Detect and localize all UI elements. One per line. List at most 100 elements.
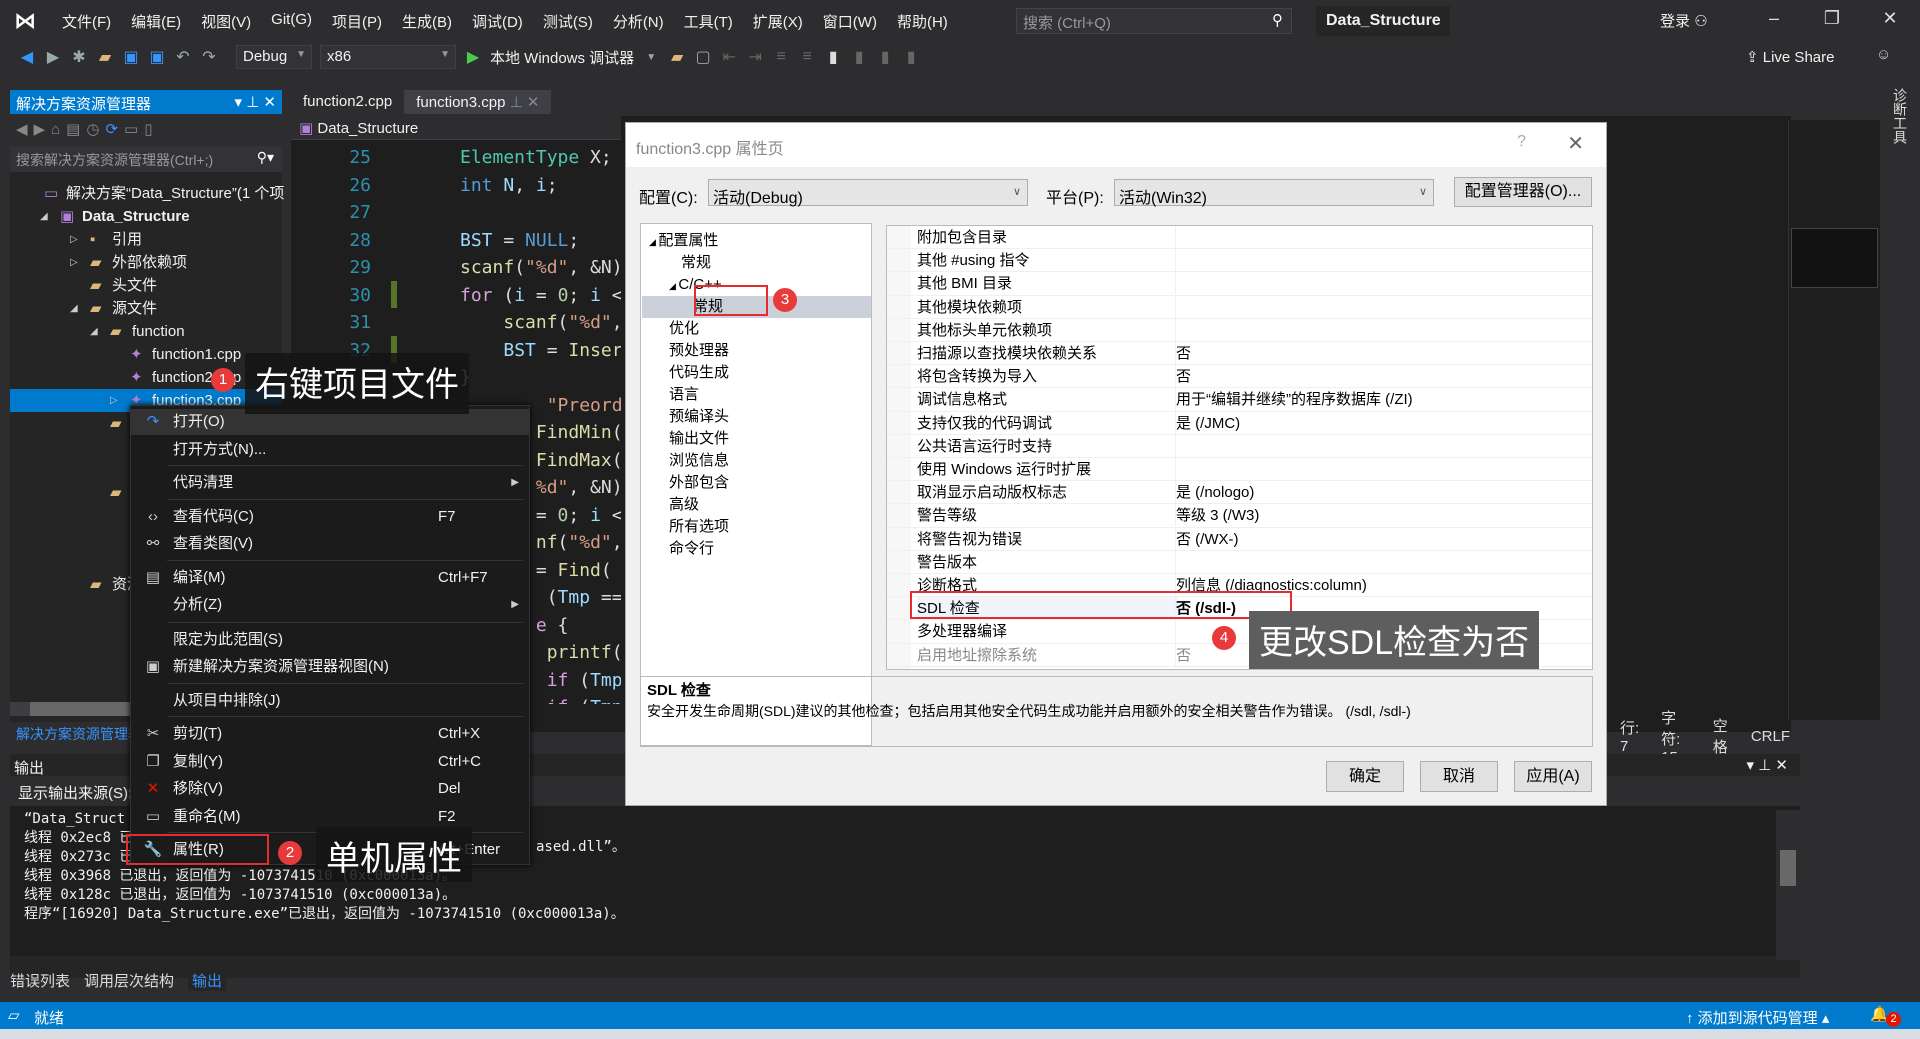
cancel-button[interactable]: 取消 — [1420, 761, 1498, 792]
expanded-arrow-icon[interactable]: ◢ — [90, 320, 98, 343]
platform-select[interactable]: 活动(Win32) ∨ — [1114, 179, 1434, 207]
tab-function2-cpp[interactable]: function2.cpp — [291, 90, 404, 114]
live-share-button[interactable]: ⇪ Live Share — [1746, 48, 1834, 66]
switch-view-icon[interactable]: ▤ — [66, 121, 86, 138]
indent-icon[interactable]: ⇤ — [720, 47, 738, 67]
menu-item[interactable]: 分析(N) — [603, 11, 674, 32]
property-tree-item[interactable]: 优化 — [669, 318, 699, 340]
property-tree-item[interactable]: 所有选项 — [669, 516, 729, 538]
close-icon[interactable]: ✕ — [1775, 757, 1788, 774]
property-row[interactable]: 将警告视为错误 否 (/WX-) — [887, 527, 1592, 551]
tree-item[interactable]: ◢ ▰ 源文件 — [10, 297, 282, 320]
property-row[interactable]: 附加包含目录 — [887, 226, 1592, 250]
solution-explorer-header[interactable]: 解决方案资源管理器 ▾ ⊥ ✕ — [10, 90, 282, 114]
tree-item[interactable]: ◢ ▰ function — [10, 320, 282, 343]
solution-search-input[interactable]: 搜索解决方案资源管理器(Ctrl+;) ⚲▾ — [10, 146, 282, 172]
back-icon[interactable]: ◀ — [16, 121, 34, 138]
expanded-arrow-icon[interactable]: ◢ — [40, 205, 48, 228]
property-tree-item[interactable]: 代码生成 — [669, 362, 729, 384]
close-button[interactable]: ✕ — [1870, 8, 1910, 29]
tree-item[interactable]: ✦ function2.cpp — [10, 366, 282, 389]
menu-item[interactable]: 调试(D) — [462, 11, 533, 32]
chevron-down-icon[interactable]: ▼ — [642, 52, 660, 63]
dropdown-icon[interactable]: ▾ — [234, 94, 242, 111]
close-icon[interactable]: ✕ — [263, 94, 276, 111]
minimap-viewport[interactable] — [1791, 228, 1878, 288]
new-project-icon[interactable]: ✱ — [70, 47, 88, 67]
property-tree-item[interactable]: 外部包含 — [669, 472, 729, 494]
menu-item[interactable]: 文件(F) — [52, 11, 121, 32]
menu-item[interactable]: 限定为此范围(S) — [131, 627, 529, 653]
menu-item[interactable]: 帮助(H) — [887, 11, 958, 32]
tree-item[interactable]: ▭ 解决方案“Data_Structure”(1 个项 — [10, 182, 284, 205]
property-tree-item[interactable]: 预编译头 — [669, 406, 729, 428]
back-icon[interactable]: ◀ — [18, 47, 36, 67]
menu-item[interactable]: ▣ 新建解决方案资源管理器视图(N) — [131, 654, 529, 680]
collapsed-arrow-icon[interactable]: ▷ — [110, 389, 118, 412]
login-button[interactable]: 登录 ⚇ — [1660, 10, 1708, 31]
platform-dropdown[interactable]: x86 ▼ — [320, 45, 456, 69]
collapse-icon[interactable]: ▭ — [124, 121, 144, 138]
menu-item[interactable]: ⚯ 查看类图(V) — [131, 531, 529, 557]
tab-error-list[interactable]: 错误列表 — [10, 970, 70, 991]
menu-item[interactable]: 生成(B) — [392, 11, 462, 32]
close-icon[interactable]: ✕ — [527, 94, 540, 111]
menu-item[interactable]: 从项目中排除(J) — [131, 688, 529, 714]
menu-item[interactable]: 编辑(E) — [121, 11, 191, 32]
next-bookmark-icon[interactable]: ▮ — [876, 47, 894, 67]
expanded-arrow-icon[interactable]: ◢ — [649, 237, 658, 247]
open-folder-icon[interactable]: ▰ — [96, 47, 114, 67]
property-tree-item[interactable]: 命令行 — [669, 538, 714, 560]
run-debugger-button[interactable]: 本地 Windows 调试器 — [490, 47, 634, 68]
property-tree-item[interactable]: 浏览信息 — [669, 450, 729, 472]
property-row[interactable]: 其他 #using 指令 — [887, 249, 1592, 273]
source-control-button[interactable]: ↑ 添加到源代码管理 ▴ — [1686, 1007, 1829, 1028]
menu-item[interactable]: 项目(P) — [322, 11, 392, 32]
redo-icon[interactable]: ↷ — [200, 47, 218, 67]
menu-item[interactable]: 扩展(X) — [743, 11, 813, 32]
project-nav-dropdown[interactable]: ▣ Data_Structure — [291, 116, 621, 140]
feedback-icon[interactable]: ☺ — [1876, 46, 1891, 63]
collapsed-arrow-icon[interactable]: ▷ — [70, 251, 78, 274]
history-icon[interactable]: ◷ — [86, 121, 105, 138]
comment-icon[interactable]: ≡ — [772, 48, 790, 66]
menu-item[interactable]: 视图(V) — [191, 11, 261, 32]
tree-item[interactable]: ▷ ▪ 引用 — [10, 228, 282, 251]
tree-item[interactable]: ◢ ▣ Data_Structure — [10, 205, 282, 228]
property-row[interactable]: 其他标头单元依赖项 — [887, 318, 1592, 342]
uncomment-icon[interactable]: ≡ — [798, 48, 816, 66]
outdent-icon[interactable]: ⇥ — [746, 47, 764, 67]
menu-item[interactable]: 代码清理 ▶ — [131, 470, 529, 496]
property-row[interactable]: 公共语言运行时支持 — [887, 434, 1592, 458]
menu-item[interactable]: Git(G) — [261, 11, 322, 32]
tab-function3-cpp[interactable]: function3.cpp ⊥ ✕ — [404, 90, 552, 114]
apply-button[interactable]: 应用(A) — [1514, 761, 1592, 792]
menu-item[interactable]: 工具(T) — [674, 11, 743, 32]
property-tree-item[interactable]: 输出文件 — [669, 428, 729, 450]
property-row[interactable]: 调试信息格式 用于“编辑并继续”的程序数据库 (/ZI) — [887, 388, 1592, 412]
property-row[interactable]: 取消显示启动版权标志 是 (/nologo) — [887, 481, 1592, 505]
expanded-arrow-icon[interactable]: ◢ — [70, 297, 78, 320]
config-manager-button[interactable]: 配置管理器(O)... — [1454, 177, 1592, 207]
visual-studio-logo-icon[interactable]: ⋈ — [14, 8, 40, 33]
property-row[interactable]: 使用 Windows 运行时扩展 — [887, 458, 1592, 482]
forward-icon[interactable]: ▶ — [44, 47, 62, 67]
clear-bookmarks-icon[interactable]: ▮ — [902, 47, 920, 67]
tree-item[interactable]: ▷ ▰ 外部依赖项 — [10, 251, 282, 274]
save-icon[interactable]: ▣ — [122, 47, 140, 67]
expanded-arrow-icon[interactable]: ◢ — [669, 281, 678, 291]
property-row[interactable]: 其他模块依赖项 — [887, 295, 1592, 319]
property-row[interactable]: 扫描源以查找模块依赖关系 否 — [887, 342, 1592, 366]
collapsed-arrow-icon[interactable]: ▷ — [70, 228, 78, 251]
tree-item[interactable]: ▰ 头文件 — [10, 274, 282, 297]
property-row[interactable]: 警告版本 — [887, 550, 1592, 574]
tree-item[interactable]: ✦ function1.cpp — [10, 343, 282, 366]
pin-icon[interactable]: ⊥ — [1758, 757, 1771, 774]
property-row[interactable]: 将包含转换为导入 否 — [887, 365, 1592, 389]
indent-mode[interactable]: 空格 — [1713, 715, 1729, 757]
undo-icon[interactable]: ↶ — [174, 47, 192, 67]
pin-icon[interactable]: ⊥ — [246, 94, 259, 111]
forward-icon[interactable]: ▶ — [34, 121, 52, 138]
prev-bookmark-icon[interactable]: ▮ — [850, 47, 868, 67]
pin-icon[interactable]: ⊥ — [505, 94, 526, 111]
